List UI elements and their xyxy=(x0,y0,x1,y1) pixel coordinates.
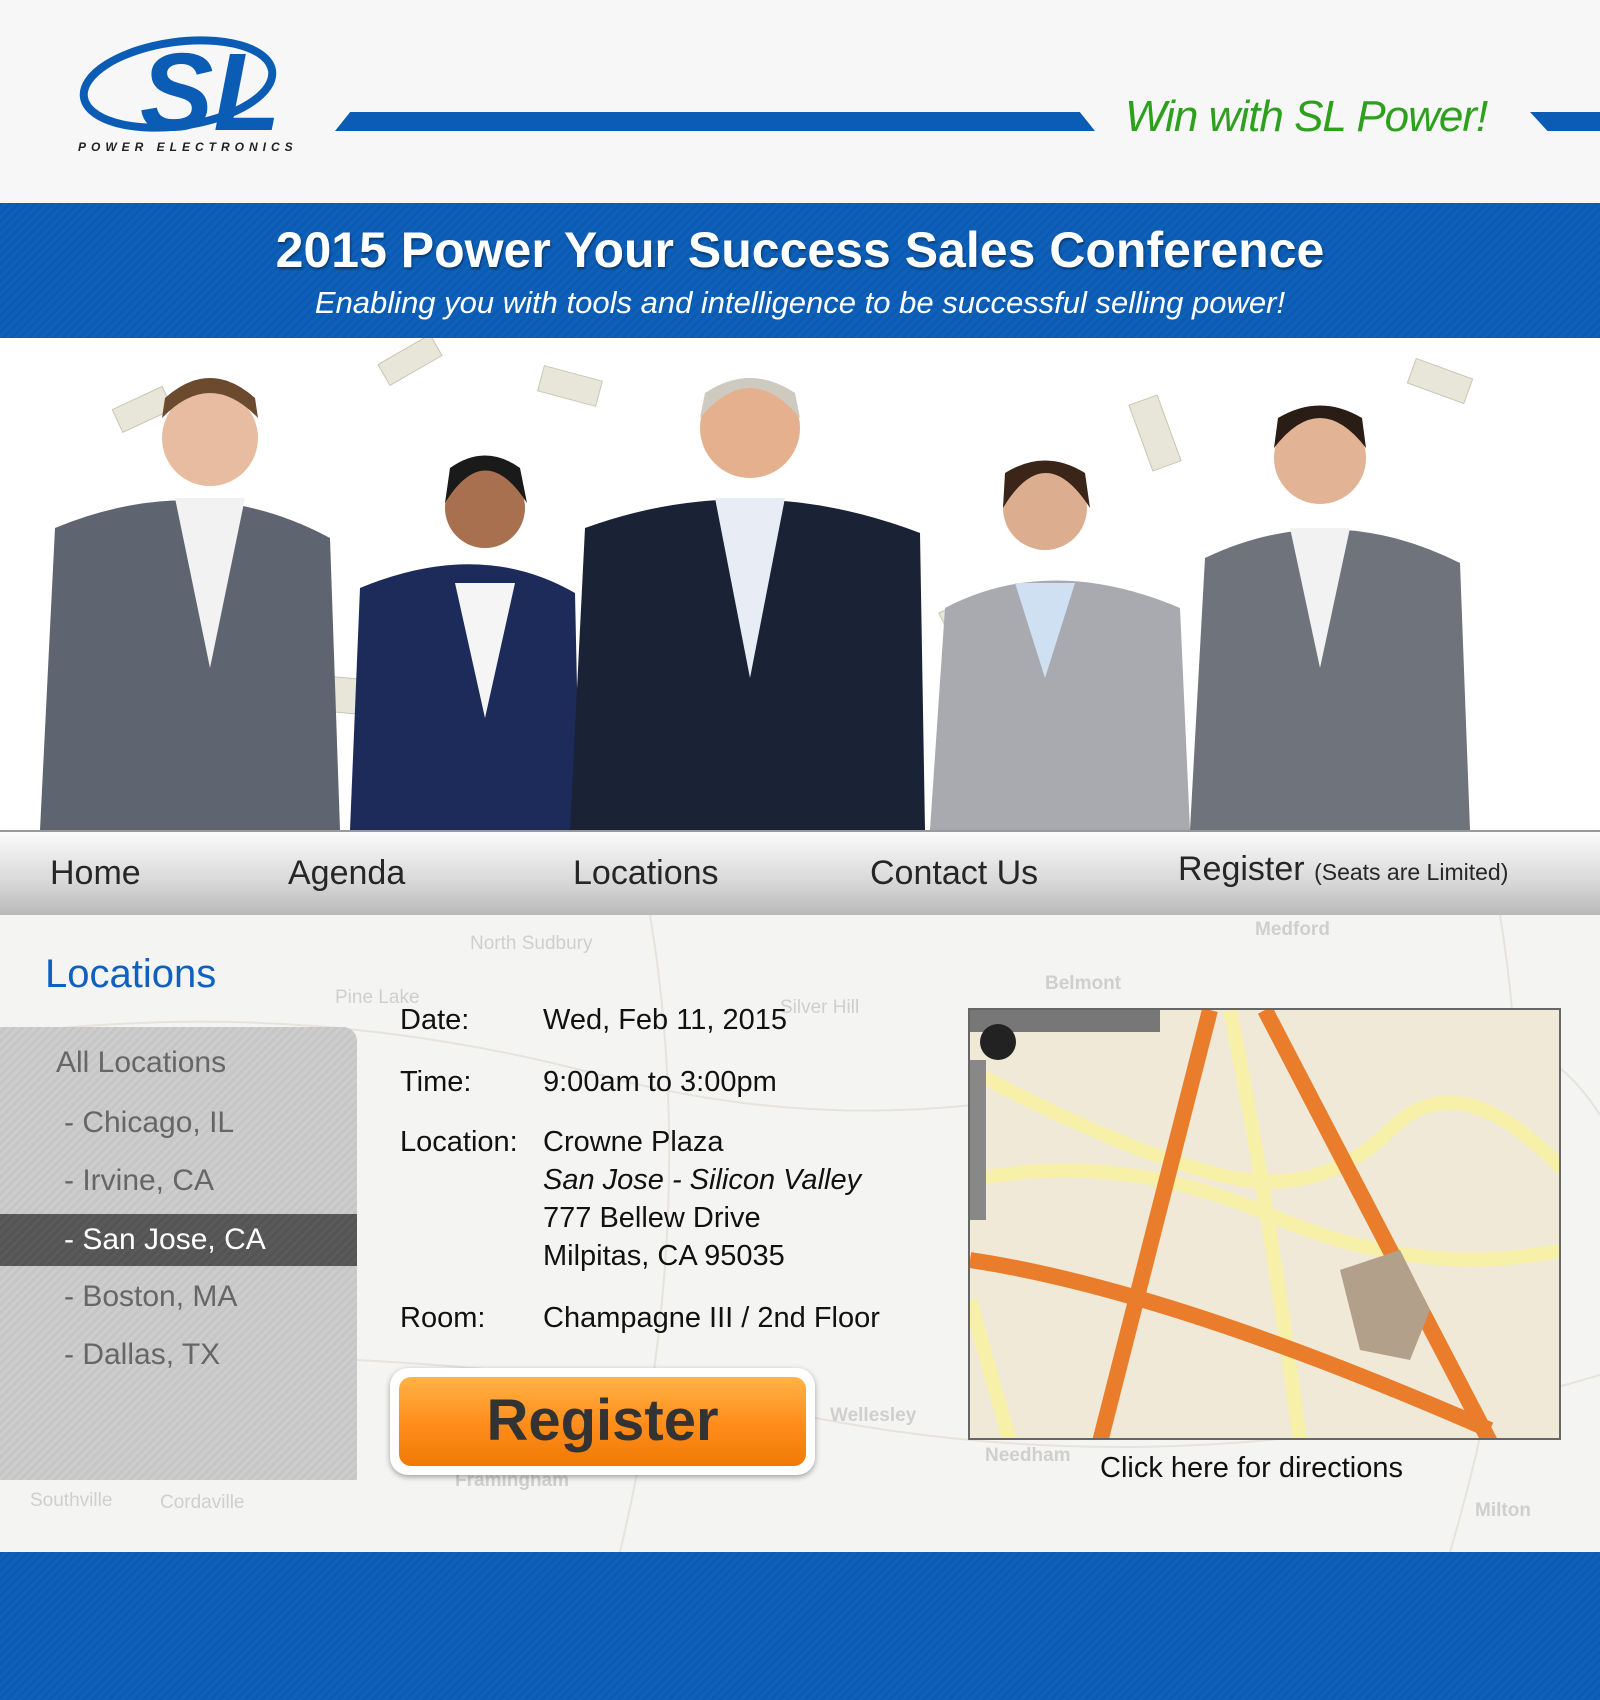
person-2 xyxy=(350,455,580,830)
sidebar-item-dallas[interactable]: - Dallas, TX xyxy=(0,1329,357,1381)
address-line-1: 777 Bellew Drive xyxy=(543,1202,761,1234)
address-line-2: Milpitas, CA 95035 xyxy=(543,1240,785,1272)
person-3 xyxy=(570,378,925,830)
sidebar-item-irvine[interactable]: - Irvine, CA xyxy=(0,1155,357,1207)
register-button-label: Register xyxy=(399,1377,806,1466)
nav-register[interactable]: Register (Seats are Limited) xyxy=(1178,850,1508,889)
venue-name: Crowne Plaza xyxy=(543,1126,724,1158)
person-4 xyxy=(930,460,1190,830)
nav-register-label: Register xyxy=(1178,850,1305,888)
nav-locations[interactable]: Locations xyxy=(573,854,719,893)
venue-subtitle: San Jose - Silicon Valley xyxy=(543,1164,862,1196)
room-value: Champagne III / 2nd Floor xyxy=(543,1302,880,1334)
header-rule xyxy=(335,112,1095,131)
locations-heading: Locations xyxy=(45,952,217,996)
hero-image xyxy=(0,338,1600,830)
logo-subtext: POWER ELECTRONICS xyxy=(78,140,298,154)
nav-home[interactable]: Home xyxy=(50,854,141,893)
seats-limited-note: (Seats are Limited) xyxy=(1314,859,1509,885)
time-label: Time: xyxy=(400,1066,472,1098)
sidebar-item-chicago[interactable]: - Chicago, IL xyxy=(0,1097,357,1149)
banner-subtitle: Enabling you with tools and intelligence… xyxy=(314,285,1286,320)
banner-title: 2015 Power Your Success Sales Conference xyxy=(275,222,1325,278)
main-nav: Home Agenda Locations Contact Us Registe… xyxy=(0,830,1600,915)
sidebar-item-all-locations[interactable]: All Locations xyxy=(0,1037,357,1089)
nav-contact-us[interactable]: Contact Us xyxy=(870,854,1038,893)
svg-text:SL: SL xyxy=(140,32,281,137)
location-label: Location: xyxy=(400,1126,518,1158)
sl-logo[interactable]: SL xyxy=(78,31,338,154)
person-5 xyxy=(1190,405,1470,830)
directions-link[interactable]: Click here for directions xyxy=(1100,1452,1403,1485)
locations-sidebar: All Locations - Chicago, IL - Irvine, CA… xyxy=(0,1027,357,1480)
time-value: 9:00am to 3:00pm xyxy=(543,1066,777,1098)
date-value: Wed, Feb 11, 2015 xyxy=(543,1004,787,1036)
header: SL POWER ELECTRONICS Win with SL Power! xyxy=(0,0,1600,203)
room-label: Room: xyxy=(400,1302,486,1334)
footer xyxy=(0,1552,1600,1700)
nav-agenda[interactable]: Agenda xyxy=(288,854,405,893)
slogan: Win with SL Power! xyxy=(1125,92,1488,141)
person-1 xyxy=(40,378,340,830)
venue-map[interactable] xyxy=(968,1008,1561,1440)
register-button[interactable]: Register xyxy=(390,1368,815,1475)
header-rule-end xyxy=(1530,112,1600,131)
sidebar-item-san-jose[interactable]: - San Jose, CA xyxy=(0,1214,357,1266)
conference-banner: 2015 Power Your Success Sales Conference… xyxy=(0,203,1600,338)
sidebar-item-boston[interactable]: - Boston, MA xyxy=(0,1271,357,1323)
date-label: Date: xyxy=(400,1004,470,1036)
